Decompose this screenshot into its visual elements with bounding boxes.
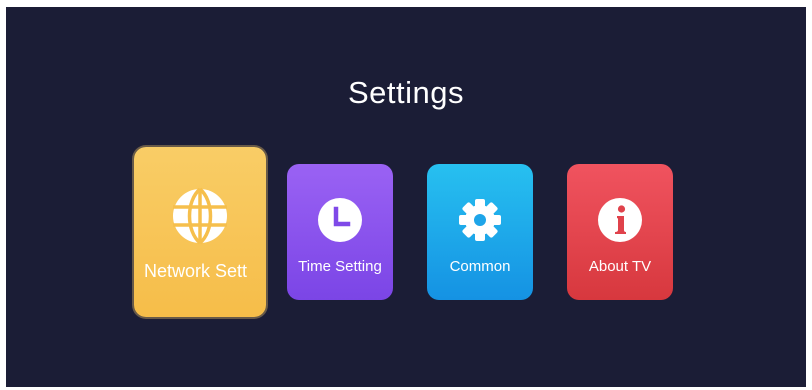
about-tv-tile[interactable]: About TV	[567, 164, 673, 300]
settings-screen: Settings Network Sett Time Setting Commo…	[6, 7, 806, 387]
page-title: Settings	[347, 75, 464, 110]
globe-icon	[171, 187, 229, 245]
network-settings-tile[interactable]: Network Sett	[134, 147, 266, 317]
tile-label: Common	[449, 258, 511, 275]
gear-icon	[457, 197, 503, 243]
tile-label: Network Sett	[144, 261, 248, 281]
info-icon	[597, 197, 643, 243]
tile-label: Time Setting	[298, 258, 382, 275]
clock-icon	[317, 197, 363, 243]
time-setting-tile[interactable]: Time Setting	[287, 164, 393, 300]
tile-label: About TV	[588, 258, 652, 275]
common-tile[interactable]: Common	[427, 164, 533, 300]
